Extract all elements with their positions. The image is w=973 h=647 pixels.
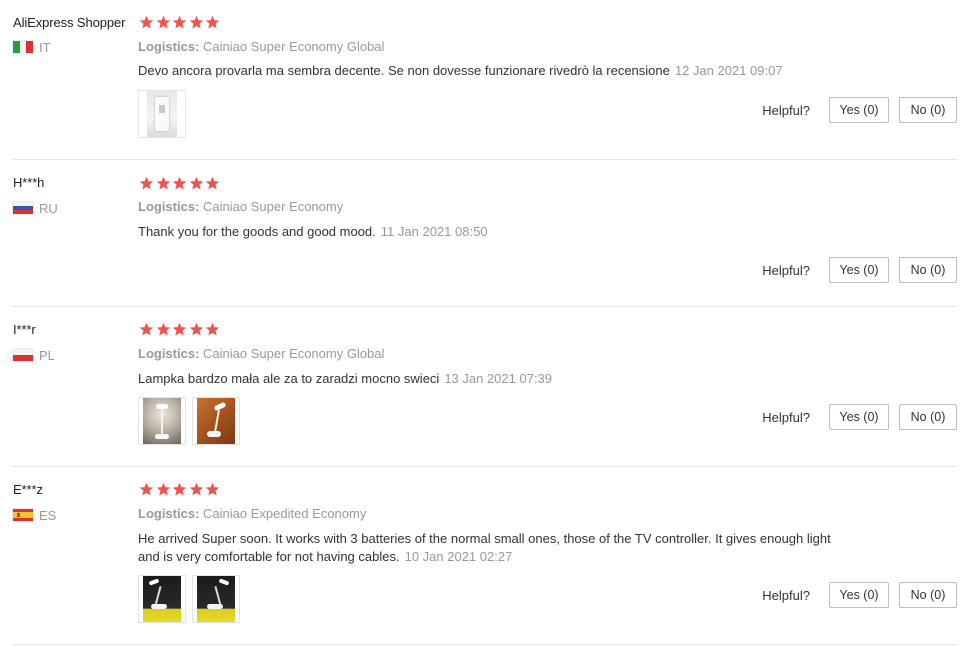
helpful-label: Helpful? — [762, 262, 810, 278]
logistics-info: Logistics: Cainiao Super Economy Global — [138, 346, 384, 361]
helpful-label: Helpful? — [762, 587, 810, 603]
review-date: 11 Jan 2021 08:50 — [380, 224, 488, 239]
star-icon — [156, 482, 170, 496]
star-icon — [139, 15, 154, 29]
reviewer-country: ES — [13, 507, 57, 523]
logistics-info: Logistics: Cainiao Super Economy Global — [138, 39, 384, 54]
helpful-yes-button[interactable]: Yes (0) — [829, 97, 889, 123]
star-icon — [139, 322, 154, 336]
star-icon — [172, 482, 187, 496]
star-rating — [139, 322, 222, 337]
review-item: E***z ES Logistics: Cainiao Expedited Ec… — [12, 467, 957, 645]
helpful-vote: Helpful? Yes (0) No (0) — [762, 404, 957, 430]
star-rating — [139, 176, 222, 191]
star-icon — [189, 482, 203, 496]
reviewer-country: RU — [13, 200, 58, 216]
star-icon — [189, 322, 203, 336]
review-photo-thumbnail[interactable] — [138, 90, 186, 138]
helpful-no-button[interactable]: No (0) — [899, 582, 957, 608]
reviewer-country: IT — [13, 39, 51, 55]
logistics-method: Cainiao Super Economy — [203, 199, 344, 214]
star-icon — [156, 15, 170, 29]
russia-flag-icon — [13, 202, 33, 214]
star-rating — [139, 482, 222, 497]
helpful-no-button[interactable]: No (0) — [899, 404, 957, 430]
spain-flag-icon — [13, 509, 33, 521]
logistics-info: Logistics: Cainiao Super Economy — [138, 199, 343, 214]
product-photo-white-package — [147, 91, 177, 137]
reviewer-name: AliExpress Shopper — [13, 15, 126, 30]
star-icon — [172, 322, 187, 336]
country-code: PL — [39, 347, 55, 363]
star-icon — [205, 482, 220, 496]
star-rating — [139, 15, 222, 30]
review-text: Devo ancora provarla ma sembra decente. … — [138, 62, 838, 80]
review-date: 10 Jan 2021 02:27 — [404, 549, 513, 564]
review-text: Lampka bardzo mała ale za to zaradzi moc… — [138, 370, 838, 388]
review-photo-thumbnail[interactable] — [192, 397, 240, 445]
lamp-photo-night-2 — [197, 576, 235, 622]
logistics-label: Logistics: — [138, 199, 200, 214]
logistics-method: Cainiao Super Economy Global — [203, 346, 385, 361]
review-text: Thank you for the goods and good mood. 11… — [138, 223, 838, 241]
helpful-vote: Helpful? Yes (0) No (0) — [762, 257, 957, 283]
italy-flag-icon — [13, 41, 33, 53]
star-icon — [156, 322, 170, 336]
star-icon — [205, 176, 220, 190]
country-code: IT — [39, 39, 51, 55]
lamp-photo-wood — [197, 398, 235, 444]
helpful-vote: Helpful? Yes (0) No (0) — [762, 97, 957, 123]
review-content: Devo ancora provarla ma sembra decente. … — [138, 63, 670, 78]
helpful-label: Helpful? — [762, 409, 810, 425]
star-icon — [172, 15, 187, 29]
country-code: ES — [39, 507, 57, 523]
star-icon — [156, 176, 170, 190]
star-icon — [172, 176, 187, 190]
star-icon — [205, 322, 220, 336]
star-icon — [189, 15, 203, 29]
review-photos — [138, 575, 246, 623]
review-item: AliExpress Shopper IT Logistics: Cainiao… — [12, 0, 957, 160]
review-photos — [138, 397, 246, 445]
country-code: RU — [39, 200, 58, 216]
reviewer-name: H***h — [13, 175, 45, 190]
review-item: H***h RU Logistics: Cainiao Super Econom… — [12, 160, 957, 307]
helpful-yes-button[interactable]: Yes (0) — [829, 257, 889, 283]
lamp-photo-night-1 — [143, 576, 181, 622]
star-icon — [139, 176, 154, 190]
logistics-method: Cainiao Expedited Economy — [203, 506, 367, 521]
lamp-photo-dim — [143, 398, 181, 444]
helpful-vote: Helpful? Yes (0) No (0) — [762, 582, 957, 608]
review-photos — [138, 90, 192, 138]
review-photo-thumbnail[interactable] — [138, 397, 186, 445]
review-date: 12 Jan 2021 09:07 — [674, 63, 783, 78]
helpful-yes-button[interactable]: Yes (0) — [829, 404, 889, 430]
helpful-yes-button[interactable]: Yes (0) — [829, 582, 889, 608]
review-date: 13 Jan 2021 07:39 — [444, 371, 553, 386]
star-icon — [205, 15, 220, 29]
reviewer-name: E***z — [13, 482, 43, 497]
logistics-label: Logistics: — [138, 506, 200, 521]
reviewer-name: I***r — [13, 322, 36, 337]
review-content: Lampka bardzo mała ale za to zaradzi moc… — [138, 371, 440, 386]
poland-flag-icon — [13, 349, 33, 361]
star-icon — [189, 176, 203, 190]
logistics-label: Logistics: — [138, 39, 200, 54]
review-text: He arrived Super soon. It works with 3 b… — [138, 530, 853, 566]
review-item: I***r PL Logistics: Cainiao Super Econom… — [12, 307, 957, 467]
reviewer-country: PL — [13, 347, 55, 363]
helpful-label: Helpful? — [762, 102, 810, 118]
star-icon — [139, 482, 154, 496]
logistics-method: Cainiao Super Economy Global — [203, 39, 385, 54]
review-photo-thumbnail[interactable] — [138, 575, 186, 623]
review-content: Thank you for the goods and good mood. — [138, 224, 376, 239]
logistics-label: Logistics: — [138, 346, 200, 361]
review-photo-thumbnail[interactable] — [192, 575, 240, 623]
helpful-no-button[interactable]: No (0) — [899, 97, 957, 123]
helpful-no-button[interactable]: No (0) — [899, 257, 957, 283]
logistics-info: Logistics: Cainiao Expedited Economy — [138, 506, 366, 521]
